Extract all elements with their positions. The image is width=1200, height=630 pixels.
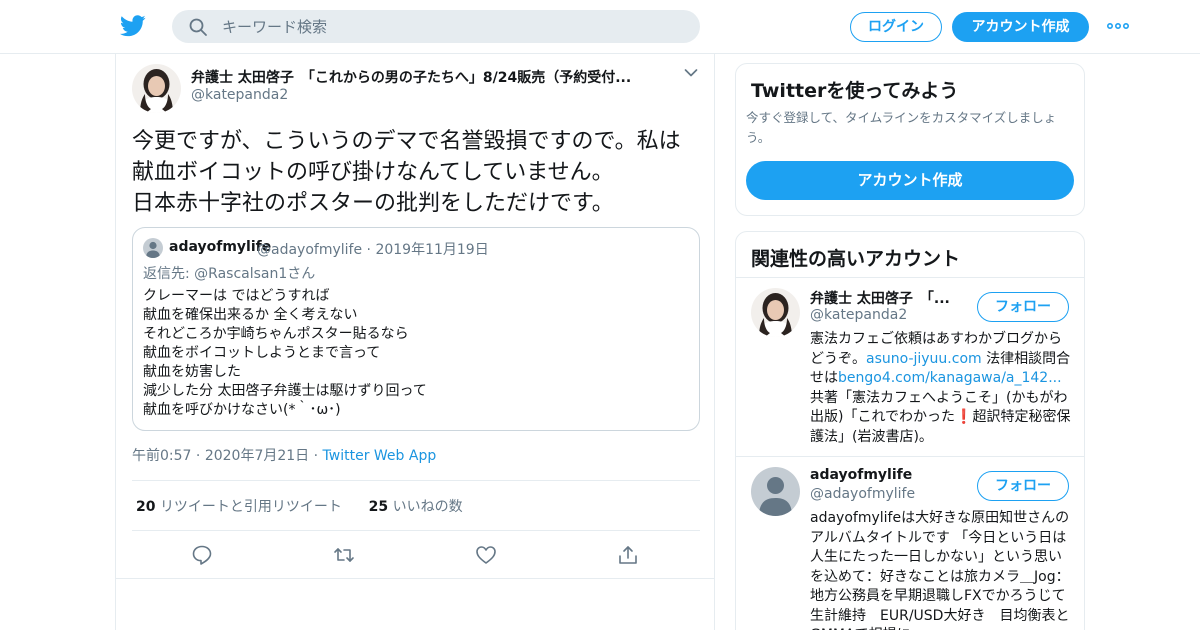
bio-link[interactable]: bengo4.com/kanagawa/a_142... <box>838 370 1062 386</box>
separator-dot: · <box>309 448 323 464</box>
separator-dot: · <box>191 448 205 464</box>
divider <box>116 578 714 579</box>
author-avatar[interactable] <box>132 64 181 113</box>
search-box[interactable] <box>172 10 700 43</box>
divider <box>736 277 1084 278</box>
like-label: いいねの数 <box>392 499 463 515</box>
author-handle[interactable]: @katepanda2 <box>191 87 288 103</box>
quoted-reply-to: 返信先: @Rascalsan1さん <box>143 263 315 283</box>
exclamation-emoji: ❗ <box>955 409 973 425</box>
like-count: 25 <box>368 499 389 515</box>
follow-button[interactable]: フォロー <box>977 471 1069 501</box>
retweet-count: 20 <box>136 499 156 515</box>
author-name[interactable]: 弁護士 太田啓子 「これからの男の子たちへ」8/24販売（予約受付... <box>191 67 631 87</box>
follow-button[interactable]: フォロー <box>977 292 1069 322</box>
signup-card-desc: 今すぐ登録して、タイムラインをカスタマイズしましょう。 <box>746 110 1057 145</box>
retweet-label: リツイートと引用リツイート <box>159 499 342 515</box>
separator-dot: · <box>362 242 376 258</box>
divider <box>132 530 700 531</box>
bio-link[interactable]: asuno-jiyuu.com <box>866 351 982 367</box>
tweet-column: 弁護士 太田啓子 「これからの男の子たちへ」8/24販売（予約受付... @ka… <box>115 54 715 630</box>
tweet-text: 今更ですが、こういうのデマで名誉毀損ですので。私は献血ボイコットの呼び掛けなんて… <box>132 129 681 216</box>
signup-card: Twitterを使ってみよう 今すぐ登録して、タイムラインをカスタマイズしましょ… <box>735 63 1085 216</box>
reply-to-handle: @Rascalsan1さん <box>194 266 316 282</box>
reply-icon[interactable] <box>191 544 213 566</box>
quoted-tweet[interactable]: adayofmylife @adayofmylife · 2019年11月19日… <box>132 227 700 431</box>
search-icon <box>189 18 207 36</box>
quoted-name: adayofmylife <box>169 239 272 255</box>
account-bio: adayofmylifeは大好きな原田知世さんのアルバムタイトルです 「今日とい… <box>810 510 1070 630</box>
divider <box>132 480 700 481</box>
top-bar: ログイン アカウント作成 <box>0 0 1200 54</box>
tweet-date: 2020年7月21日 <box>204 448 310 464</box>
tweet-meta: 午前0:57 · 2020年7月21日 · Twitter Web App <box>132 445 436 465</box>
related-accounts-card: 関連性の高いアカウント 弁護士 太田啓子 「... @katepanda2 フォ… <box>735 231 1085 630</box>
like-stat[interactable]: 25 いいねの数 <box>369 499 463 515</box>
tweet-source-link[interactable]: Twitter Web App <box>323 448 437 464</box>
related-accounts-title: 関連性の高いアカウント <box>751 248 961 270</box>
quoted-handle-date: @adayofmylife · 2019年11月19日 <box>257 239 489 259</box>
search-input[interactable] <box>222 10 682 43</box>
signup-button[interactable]: アカウント作成 <box>952 12 1089 42</box>
divider <box>736 456 1084 457</box>
tweet-stats: 20 リツイートと引用リツイート 25 いいねの数 <box>136 496 463 516</box>
account-avatar[interactable] <box>751 288 800 337</box>
retweet-stat[interactable]: 20 リツイートと引用リツイート <box>136 499 342 515</box>
quoted-avatar <box>143 238 163 258</box>
share-icon[interactable] <box>617 544 639 566</box>
like-icon[interactable] <box>475 544 497 566</box>
account-handle[interactable]: @katepanda2 <box>810 307 907 323</box>
twitter-bird-icon[interactable] <box>120 14 146 38</box>
account-handle[interactable]: @adayofmylife <box>810 486 915 502</box>
quoted-text: クレーマーは ではどうすれば 献血を確保出来るか 全く考えない それどころか宇崎… <box>143 288 427 418</box>
retweet-icon[interactable] <box>333 544 355 566</box>
account-avatar[interactable] <box>751 467 800 516</box>
signup-card-title: Twitterを使ってみよう <box>751 80 959 102</box>
account-name[interactable]: 弁護士 太田啓子 「... <box>810 288 950 308</box>
tweet-time: 午前0:57 <box>132 448 192 464</box>
account-name[interactable]: adayofmylife <box>810 467 912 483</box>
chevron-down-icon[interactable] <box>684 68 698 78</box>
signup-card-button[interactable]: アカウント作成 <box>746 161 1074 200</box>
account-bio: 憲法カフェご依頼はあすわかブログからどうぞ。asuno-jiyuu.com 法律… <box>810 330 1072 447</box>
quoted-date: 2019年11月19日 <box>375 242 489 258</box>
more-icon[interactable] <box>1107 22 1129 30</box>
reply-prefix: 返信先: <box>143 266 195 282</box>
quoted-handle: @adayofmylife <box>257 242 363 258</box>
login-button[interactable]: ログイン <box>850 12 942 42</box>
